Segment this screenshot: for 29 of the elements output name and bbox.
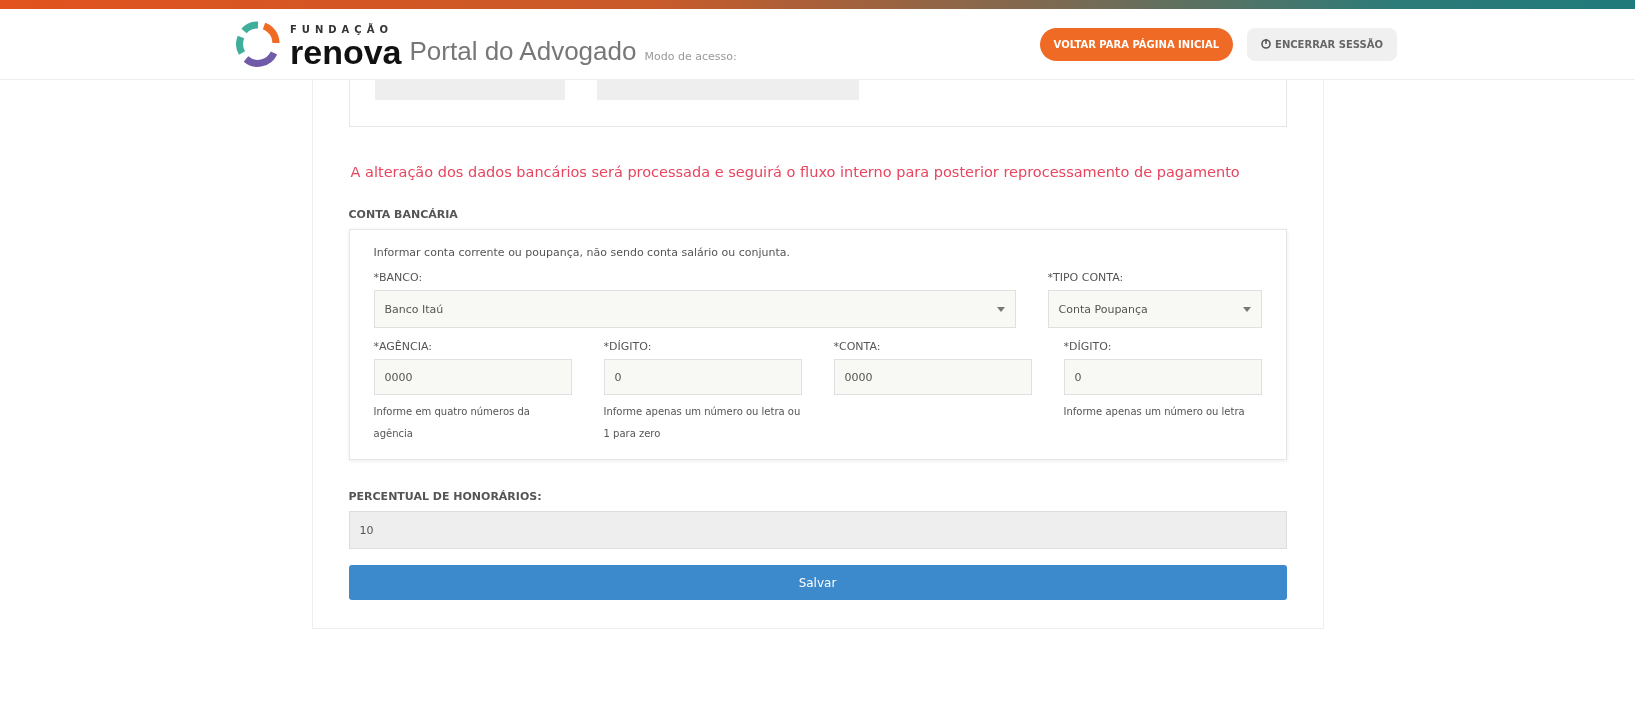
hint-text: Informar conta corrente ou poupança, não sendo conta salário ou conjunta. — [373, 246, 791, 259]
input-field[interactable]: 0 — [603, 359, 802, 395]
help-text: Informe apenas um número ou letra ou 1 para zero — [603, 405, 802, 441]
select-field[interactable]: Banco Itaú — [373, 290, 1016, 328]
access-mode: Modo de acesso: — [644, 50, 737, 65]
help-text: Informe apenas um número ou letra — [1063, 405, 1246, 419]
field-label: PERCENTUAL DE HONORÁRIOS: — [348, 490, 543, 503]
logout-icon — [1261, 39, 1272, 49]
caret-icon — [1242, 306, 1251, 312]
logo-wordmark: renova — [290, 35, 402, 69]
field-label: *BANCO: — [373, 271, 424, 284]
logo-icon — [236, 19, 282, 69]
section-title: CONTA BANCÁRIA — [348, 208, 459, 221]
input-field[interactable]: 0000 — [373, 359, 572, 395]
portal-title: Portal do Advogado — [409, 36, 637, 68]
input-field[interactable]: 0000 — [833, 359, 1032, 395]
field-label: *TIPO CONTA: — [1047, 271, 1125, 284]
field-label: *CONTA: — [833, 340, 882, 353]
logo-caption: FUNDAÇÃO — [290, 25, 394, 35]
input-field[interactable]: 0 — [1063, 359, 1262, 395]
help-text: Informe em quatro números da agência — [373, 405, 531, 441]
field-label: *AGÊNCIA: — [373, 340, 433, 353]
select-field[interactable]: Conta Poupança — [1047, 290, 1262, 328]
caret-icon — [996, 306, 1005, 312]
logout-button[interactable]: ENCERRAR SESSÃO — [1247, 27, 1397, 61]
save-button[interactable]: Salvar — [348, 565, 1287, 600]
warning-text: A alteração dos dados bancários será processada e seguirá o fluxo interno para posterior reprocessamento de pagamento — [350, 163, 1241, 182]
field-label: *DÍGITO: — [1063, 340, 1113, 353]
field-label: *DÍGITO: — [603, 340, 653, 353]
